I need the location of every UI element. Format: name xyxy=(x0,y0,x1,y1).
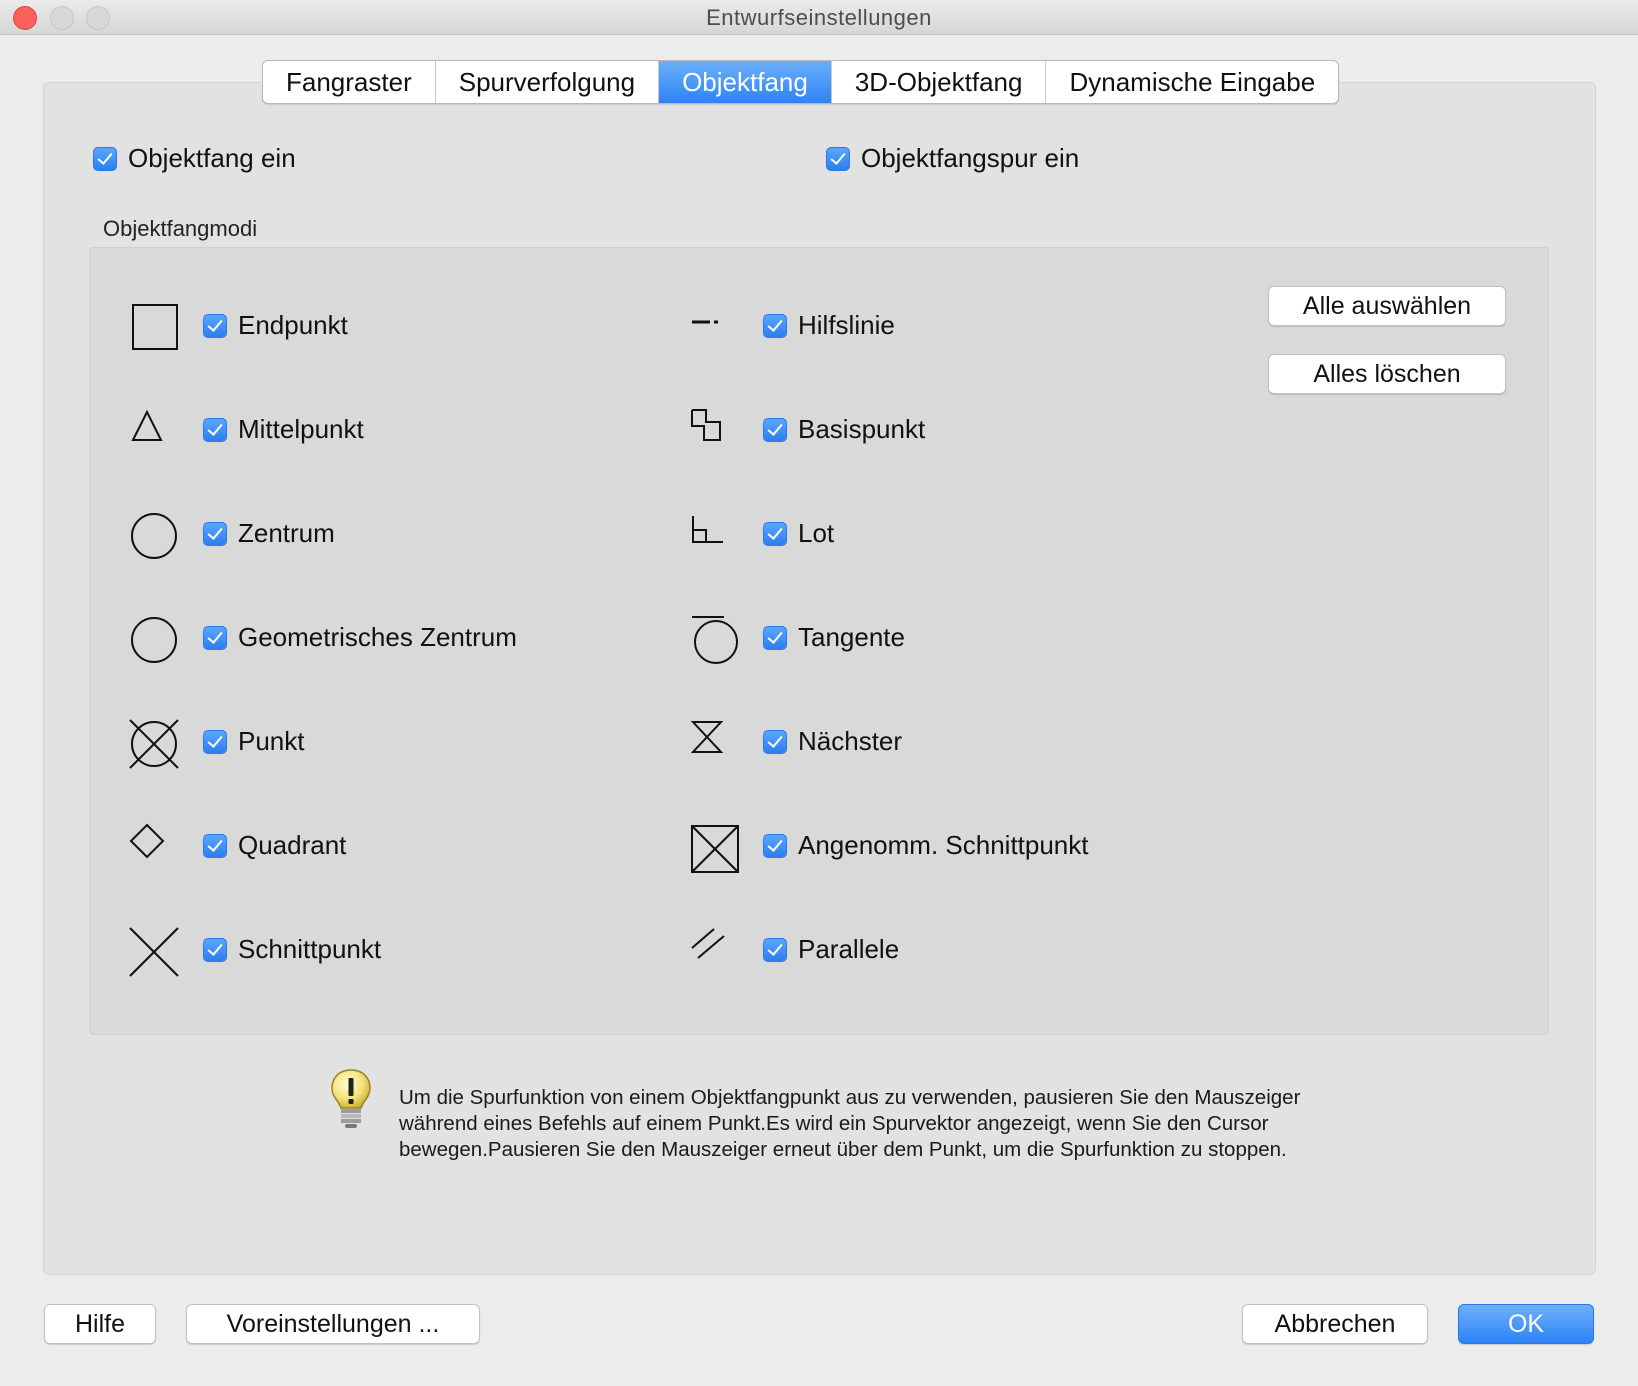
mittelpunkt-checkbox[interactable] xyxy=(203,417,227,442)
basispunkt-label: Basispunkt xyxy=(798,414,926,444)
mode-angenommener-schnittpunkt[interactable]: Angenomm. Schnittpunkt xyxy=(763,830,1089,861)
mode-endpunkt[interactable]: Endpunkt xyxy=(203,310,348,341)
geometrisches-zentrum-label: Geometrisches Zentrum xyxy=(238,622,517,652)
parallel-icon xyxy=(691,928,725,959)
x-cross-icon xyxy=(129,927,179,977)
angenommener-schnittpunkt-checkbox[interactable] xyxy=(763,833,787,858)
tab-fangraster[interactable]: Fangraster xyxy=(263,61,436,103)
clear-all-button[interactable]: Alles löschen xyxy=(1268,354,1506,394)
mode-mittelpunkt[interactable]: Mittelpunkt xyxy=(203,414,364,445)
lightbulb-icon xyxy=(331,1069,371,1128)
objektfangspur-ein-label: Objektfangspur ein xyxy=(861,143,1080,173)
mode-parallele[interactable]: Parallele xyxy=(763,934,899,965)
objektfang-ein-label: Objektfang ein xyxy=(128,143,296,173)
title-bar: Entwurfseinstellungen xyxy=(0,0,1638,35)
mode-naechster[interactable]: Nächster xyxy=(763,726,902,757)
zentrum-checkbox[interactable] xyxy=(203,521,227,546)
perpendicular-icon xyxy=(692,516,723,543)
objektfangspur-ein-option[interactable]: Objektfangspur ein xyxy=(826,143,1079,174)
objektfangspur-ein-checkbox[interactable] xyxy=(826,146,850,171)
punkt-checkbox[interactable] xyxy=(203,729,227,754)
settings-dialog: Entwurfseinstellungen Fangraster Spurver… xyxy=(0,0,1638,1386)
schnittpunkt-label: Schnittpunkt xyxy=(238,934,382,964)
parallele-label: Parallele xyxy=(798,934,900,964)
objektfang-ein-checkbox[interactable] xyxy=(93,146,117,171)
lot-checkbox[interactable] xyxy=(763,521,787,546)
mode-hilfslinie[interactable]: Hilfslinie xyxy=(763,310,895,341)
naechster-checkbox[interactable] xyxy=(763,729,787,754)
defaults-button[interactable]: Voreinstellungen ... xyxy=(186,1304,480,1344)
basispunkt-checkbox[interactable] xyxy=(763,417,787,442)
mode-lot[interactable]: Lot xyxy=(763,518,834,549)
endpunkt-label: Endpunkt xyxy=(238,310,348,340)
tangent-icon xyxy=(692,616,738,664)
objektfangmodi-group-label: Objektfangmodi xyxy=(103,216,258,241)
quadrant-label: Quadrant xyxy=(238,830,347,860)
triangle-icon xyxy=(131,409,163,441)
tangente-checkbox[interactable] xyxy=(763,625,787,650)
insertion-icon xyxy=(691,409,721,441)
tab-dynamische-eingabe[interactable]: Dynamische Eingabe xyxy=(1046,61,1338,103)
help-button[interactable]: Hilfe xyxy=(44,1304,156,1344)
naechster-label: Nächster xyxy=(798,726,903,756)
diamond-icon xyxy=(129,823,165,859)
cancel-button[interactable]: Abbrechen xyxy=(1242,1304,1428,1344)
tab-3d-objektfang[interactable]: 3D-Objektfang xyxy=(832,61,1047,103)
mittelpunkt-label: Mittelpunkt xyxy=(238,414,364,444)
boxed-x-icon xyxy=(691,825,739,873)
circle-icon xyxy=(131,513,177,559)
punkt-label: Punkt xyxy=(238,726,305,756)
tab-spurverfolgung[interactable]: Spurverfolgung xyxy=(436,61,660,103)
window-title: Entwurfseinstellungen xyxy=(706,5,932,30)
mode-schnittpunkt[interactable]: Schnittpunkt xyxy=(203,934,381,965)
circle-cross-icon xyxy=(129,719,179,769)
hilfslinie-label: Hilfslinie xyxy=(798,310,895,340)
mode-geometrisches-zentrum[interactable]: Geometrisches Zentrum xyxy=(203,622,517,653)
objektfang-ein-option[interactable]: Objektfang ein xyxy=(93,143,296,174)
geometrisches-zentrum-checkbox[interactable] xyxy=(203,625,227,650)
hourglass-icon xyxy=(690,721,724,753)
quadrant-checkbox[interactable] xyxy=(203,833,227,858)
extension-icon xyxy=(692,320,718,324)
mode-tangente[interactable]: Tangente xyxy=(763,622,905,653)
lot-label: Lot xyxy=(798,518,835,548)
mode-zentrum[interactable]: Zentrum xyxy=(203,518,335,549)
select-all-button[interactable]: Alle auswählen xyxy=(1268,286,1506,326)
mode-basispunkt[interactable]: Basispunkt xyxy=(763,414,925,445)
endpunkt-checkbox[interactable] xyxy=(203,313,227,338)
mode-punkt[interactable]: Punkt xyxy=(203,726,305,757)
ok-button[interactable]: OK xyxy=(1458,1304,1594,1344)
tab-bar: Fangraster Spurverfolgung Objektfang 3D-… xyxy=(262,60,1340,104)
parallele-checkbox[interactable] xyxy=(763,937,787,962)
hilfslinie-checkbox[interactable] xyxy=(763,313,787,338)
mode-quadrant[interactable]: Quadrant xyxy=(203,830,346,861)
zentrum-label: Zentrum xyxy=(238,518,335,548)
angenommener-schnittpunkt-label: Angenomm. Schnittpunkt xyxy=(798,830,1089,860)
circle-icon xyxy=(131,617,177,663)
tangente-label: Tangente xyxy=(798,622,905,652)
tab-objektfang[interactable]: Objektfang xyxy=(659,61,832,103)
square-icon xyxy=(132,304,178,350)
hint-text: Um die Spurfunktion von einem Objektfang… xyxy=(399,1086,1301,1161)
schnittpunkt-checkbox[interactable] xyxy=(203,937,227,962)
